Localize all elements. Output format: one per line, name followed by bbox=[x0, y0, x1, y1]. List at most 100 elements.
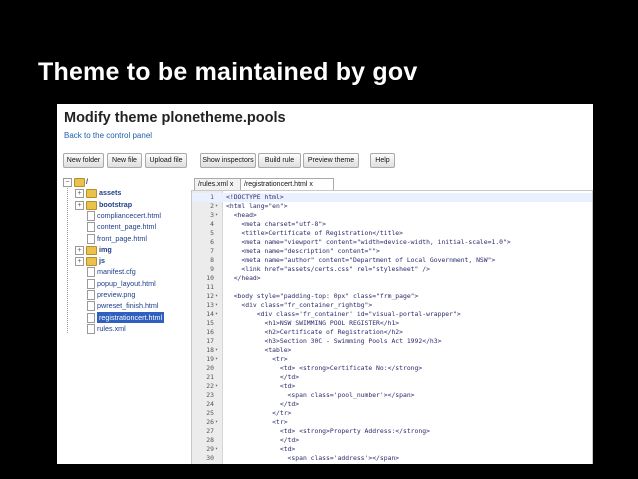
code-text: <meta name="author" content="Department … bbox=[226, 256, 496, 264]
code-editor: /rules.xml x /registrationcert.html x 1 <… bbox=[188, 176, 593, 464]
code-line: 6 <meta name="viewport" content="width=d… bbox=[192, 238, 592, 247]
file-icon bbox=[87, 301, 95, 312]
fold-arrow-icon[interactable]: ▾ bbox=[215, 418, 218, 427]
fold-arrow-icon[interactable]: ▾ bbox=[215, 346, 218, 355]
code-line: 31 </td> bbox=[192, 463, 592, 464]
code-line: 27 <td> <strong>Property Address:</stron… bbox=[192, 427, 592, 436]
expand-icon[interactable]: + bbox=[75, 245, 84, 255]
fold-arrow-icon[interactable]: ▾ bbox=[215, 292, 218, 301]
code-text: <body style="padding-top: 0px" class="fr… bbox=[226, 292, 419, 300]
code-line: 1 <!DOCTYPE html> bbox=[192, 193, 592, 202]
tree-item-label: js bbox=[99, 256, 105, 266]
new-folder-button[interactable]: New folder bbox=[63, 153, 104, 168]
line-number: 21 bbox=[206, 373, 214, 381]
code-text: </tr> bbox=[226, 409, 292, 417]
fold-arrow-icon[interactable]: ▾ bbox=[215, 355, 218, 364]
page-heading: Modify theme plonetheme.pools bbox=[64, 110, 286, 126]
code-text: <td> <strong>Certificate No:</strong> bbox=[226, 364, 423, 372]
folder-icon bbox=[86, 257, 97, 267]
line-number: 31 bbox=[192, 463, 214, 464]
code-text: <!DOCTYPE html> bbox=[226, 193, 284, 201]
tree-item-label: assets bbox=[99, 188, 122, 198]
line-number: 22 bbox=[206, 382, 214, 390]
code-line: 12 ▾ <body style="padding-top: 0px" class… bbox=[192, 292, 592, 301]
code-line: 7 <meta name="description" content=""> bbox=[192, 247, 592, 256]
line-number: 13 bbox=[206, 301, 214, 309]
code-text: </td> bbox=[226, 373, 300, 381]
expand-icon[interactable]: + bbox=[75, 200, 84, 210]
code-line: 26 ▾ <tr> bbox=[192, 418, 592, 427]
code-text: <h2>Certificate of Registration</h2> bbox=[226, 328, 403, 336]
show-inspectors-button[interactable]: Show inspectors bbox=[200, 153, 256, 168]
fold-arrow-icon[interactable]: ▾ bbox=[215, 445, 218, 454]
file-icon bbox=[87, 290, 95, 300]
fold-arrow-icon[interactable]: ▾ bbox=[215, 382, 218, 391]
file-icon bbox=[87, 323, 95, 334]
preview-theme-button[interactable]: Preview theme bbox=[303, 153, 359, 168]
code-line: 23 <span class='pool_number'></span> bbox=[192, 391, 592, 400]
new-file-button[interactable]: New file bbox=[107, 153, 142, 168]
line-number: 1 bbox=[210, 193, 214, 201]
code-text: <div class="fr_container_rightbg"> bbox=[226, 301, 373, 309]
code-line: 3 ▾ <head> bbox=[192, 211, 592, 220]
code-line: 22 ▾ <td> bbox=[192, 382, 592, 391]
code-text: <td> bbox=[226, 445, 296, 453]
code-line: 28 </td> bbox=[192, 436, 592, 445]
code-line: 20 <td> <strong>Certificate No:</strong> bbox=[192, 364, 592, 373]
code-text: <head> bbox=[226, 211, 257, 219]
back-to-control-panel-link[interactable]: Back to the control panel bbox=[64, 131, 152, 140]
tab-rules-xml[interactable]: /rules.xml x bbox=[194, 178, 241, 190]
theme-editor-screenshot: Modify theme plonetheme.pools Back to th… bbox=[57, 104, 593, 464]
code-line: 5 <title>Certificate of Registration</ti… bbox=[192, 229, 592, 238]
fold-arrow-icon[interactable]: ▾ bbox=[215, 211, 218, 220]
expand-icon[interactable]: + bbox=[75, 257, 84, 267]
fold-arrow-icon[interactable]: ▾ bbox=[215, 202, 218, 211]
code-line: 10 </head> bbox=[192, 274, 592, 283]
tree-item-label: img bbox=[99, 244, 112, 254]
tree-item-label: front_page.html bbox=[97, 233, 147, 243]
slide-title: Theme to be maintained by gov bbox=[38, 58, 418, 86]
code-line: 11 bbox=[192, 283, 592, 292]
code-text: <div class='fr_container' id="visual-por… bbox=[226, 310, 461, 318]
code-text: <title>Certificate of Registration</titl… bbox=[226, 229, 403, 237]
code-text: <h1>NSW SWIMMING POOL REGISTER</h1> bbox=[226, 319, 400, 327]
file-icon bbox=[87, 222, 95, 233]
line-number: 7 bbox=[210, 247, 214, 255]
code-text: </td> bbox=[226, 400, 300, 408]
folder-icon bbox=[86, 200, 97, 210]
tree-item-label: preview.png bbox=[97, 290, 136, 299]
line-number: 12 bbox=[206, 292, 214, 300]
help-button[interactable]: Help bbox=[370, 153, 395, 168]
code-line: 29 ▾ <td> bbox=[192, 445, 592, 454]
code-text: <meta name="viewport" content="width=dev… bbox=[226, 238, 511, 246]
line-number: 5 bbox=[210, 229, 214, 237]
code-line: 18 ▾ <table> bbox=[192, 346, 592, 355]
tab-registrationcert-html[interactable]: /registrationcert.html x bbox=[240, 178, 334, 190]
tree-item-label: pwreset_finish.html bbox=[97, 301, 159, 311]
line-number: 30 bbox=[206, 454, 214, 462]
code-line: 16 <h2>Certificate of Registration</h2> bbox=[192, 328, 592, 337]
expand-icon[interactable]: + bbox=[75, 189, 84, 199]
code-area[interactable]: 1 <!DOCTYPE html> 2 ▾ <html lang="en"> 3 ▾ <he… bbox=[191, 190, 593, 464]
line-number: 27 bbox=[206, 427, 214, 435]
code-text: </head> bbox=[226, 274, 261, 282]
build-rule-button[interactable]: Build rule bbox=[258, 153, 301, 168]
code-line: 24 </td> bbox=[192, 400, 592, 409]
code-line: 13 ▾ <div class="fr_container_rightbg"> bbox=[192, 301, 592, 310]
code-line: 15 <h1>NSW SWIMMING POOL REGISTER</h1> bbox=[192, 319, 592, 328]
line-number: 11 bbox=[206, 283, 214, 291]
fold-arrow-icon[interactable]: ▾ bbox=[215, 301, 218, 310]
fold-arrow-icon[interactable]: ▾ bbox=[215, 310, 218, 319]
tree-item-label: manifest.cfg bbox=[97, 267, 136, 277]
code-line: 17 <h3>Section 30C - Swimming Pools Act … bbox=[192, 337, 592, 346]
file-icon bbox=[87, 312, 95, 323]
code-text: <span class='pool_number'></span> bbox=[226, 391, 415, 399]
code-text: <link href="assets/certs.css" rel="style… bbox=[226, 265, 430, 273]
line-number: 23 bbox=[206, 391, 214, 399]
folder-icon bbox=[86, 189, 97, 199]
line-number: 3 bbox=[210, 211, 214, 219]
upload-file-button[interactable]: Upload file bbox=[145, 153, 187, 168]
folder-icon bbox=[86, 245, 97, 255]
code-line: 9 <link href="assets/certs.css" rel="sty… bbox=[192, 265, 592, 274]
line-number: 24 bbox=[206, 400, 214, 408]
